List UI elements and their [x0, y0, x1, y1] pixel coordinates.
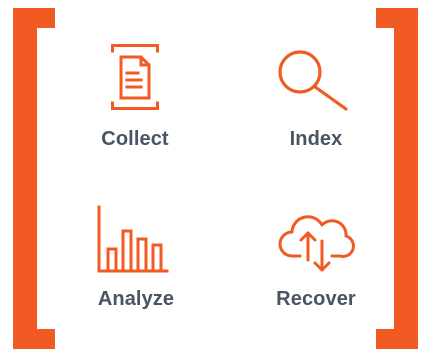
- bar-chart-icon: [97, 205, 171, 273]
- recover-label: Recover: [276, 288, 356, 310]
- cloud-sync-icon: [278, 210, 355, 274]
- document-capture-icon: [111, 44, 159, 110]
- collect-label: Collect: [101, 128, 169, 150]
- index-label: Index: [289, 128, 343, 150]
- magnifying-glass-icon: [276, 46, 350, 112]
- analyze-label: Analyze: [97, 288, 175, 310]
- feature-graphic: Collect Index Analyze Recover: [0, 0, 431, 357]
